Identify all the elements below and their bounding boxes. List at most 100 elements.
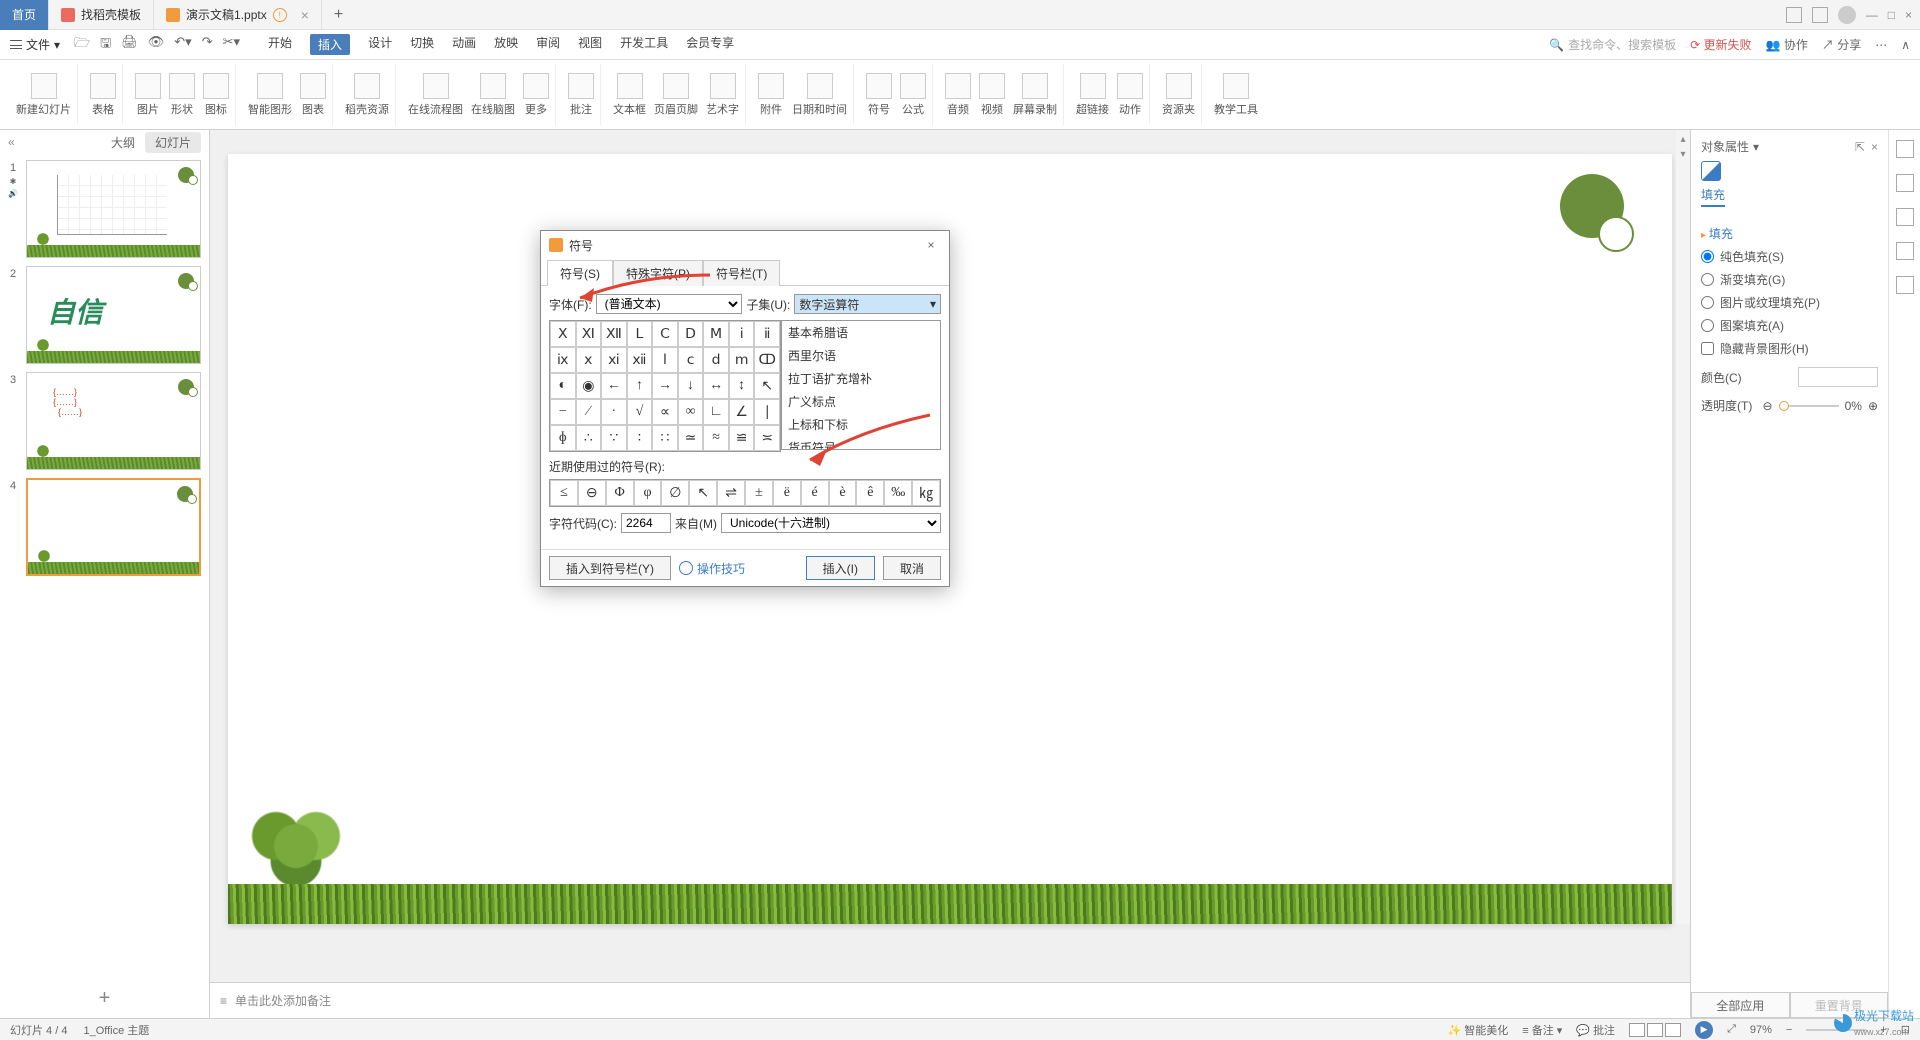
update-failed[interactable]: ⟳ 更新失败: [1690, 36, 1751, 53]
symbol-cell[interactable]: ≈: [703, 425, 729, 451]
ribbon-resource[interactable]: 资源夹: [1156, 64, 1202, 125]
close-icon[interactable]: ×: [301, 7, 309, 23]
ribbon-teaching[interactable]: 教学工具: [1208, 64, 1264, 125]
add-slide-button[interactable]: +: [0, 979, 209, 1018]
recent-symbol-cell[interactable]: ∅: [661, 480, 689, 506]
tab-templates[interactable]: 找稻壳模板: [49, 0, 154, 30]
tab-symbolbar[interactable]: 符号栏(T): [703, 260, 780, 286]
pin-icon[interactable]: ⇱: [1855, 140, 1865, 154]
scroll-up-icon[interactable]: ▴: [1680, 134, 1685, 145]
symbol-cell[interactable]: ⅼ: [652, 347, 678, 373]
color-picker[interactable]: [1798, 367, 1878, 387]
tab-vip[interactable]: 会员专享: [686, 34, 734, 55]
plus-icon[interactable]: ⊕: [1868, 399, 1878, 413]
symbol-cell[interactable]: ⅿ: [729, 347, 755, 373]
ribbon-smartart[interactable]: 智能图形: [248, 73, 292, 117]
tab-document[interactable]: 演示文稿1.pptx!×: [154, 0, 322, 30]
coop-button[interactable]: 👥 协作: [1766, 36, 1808, 53]
close-button[interactable]: ×: [1905, 8, 1912, 22]
maximize-button[interactable]: □: [1888, 8, 1895, 22]
thumbnail-4[interactable]: [26, 478, 201, 576]
tool-style-icon[interactable]: [1896, 208, 1914, 226]
checkbox-hide-bg[interactable]: 隐藏背景图形(H): [1701, 340, 1878, 357]
ribbon-equation[interactable]: 公式: [900, 73, 926, 117]
symbol-cell[interactable]: −: [550, 399, 576, 425]
radio-solid[interactable]: 纯色填充(S): [1701, 248, 1878, 265]
cancel-button[interactable]: 取消: [883, 556, 941, 580]
dialog-titlebar[interactable]: 符号 ×: [541, 231, 949, 259]
normal-view-icon[interactable]: [1629, 1023, 1645, 1037]
ribbon-icon[interactable]: 图标: [203, 73, 229, 117]
symbol-cell[interactable]: ∶: [627, 425, 653, 451]
symbol-cell[interactable]: Ⅹ: [550, 321, 576, 347]
recent-symbol-cell[interactable]: è: [829, 480, 857, 506]
ribbon-action[interactable]: 动作: [1117, 73, 1143, 117]
tab-review[interactable]: 审阅: [536, 34, 560, 55]
symbol-cell[interactable]: ⅱ: [754, 321, 780, 347]
symbol-cell[interactable]: ⅻ: [627, 347, 653, 373]
symbol-cell[interactable]: ◐: [550, 373, 576, 399]
subset-item[interactable]: 基本希腊语: [782, 321, 940, 344]
symbol-cell[interactable]: ↑: [627, 373, 653, 399]
recent-symbol-cell[interactable]: ≤: [550, 480, 578, 506]
ribbon-audio[interactable]: 音频: [945, 73, 971, 117]
code-input[interactable]: [621, 513, 671, 533]
radio-picture[interactable]: 图片或纹理填充(P): [1701, 294, 1878, 311]
symbol-cell[interactable]: ∠: [729, 399, 755, 425]
symbol-cell[interactable]: ↓: [678, 373, 704, 399]
symbol-cell[interactable]: ↀ: [754, 347, 780, 373]
save-icon[interactable]: 🖫: [100, 34, 111, 56]
ribbon-screenrec[interactable]: 屏幕录制: [1013, 73, 1057, 117]
symbol-cell[interactable]: ≌: [729, 425, 755, 451]
ribbon-textbox[interactable]: 文本框: [613, 73, 646, 117]
share-button[interactable]: ↗ 分享: [1822, 36, 1861, 53]
beautify-button[interactable]: ✨ 智能美化: [1447, 1022, 1508, 1038]
ribbon-shape[interactable]: 形状: [169, 73, 195, 117]
tab-developer[interactable]: 开发工具: [620, 34, 668, 55]
ribbon-datetime[interactable]: 日期和时间: [792, 73, 847, 117]
ribbon-header-footer[interactable]: 页眉页脚: [654, 73, 698, 117]
subset-list[interactable]: 基本希腊语西里尔语拉丁语扩充增补广义标点上标和下标货币符号类似字母的符号数字形式…: [781, 320, 941, 450]
white-circle[interactable]: [1598, 216, 1634, 252]
tab-start[interactable]: 开始: [268, 34, 292, 55]
dropdown-icon[interactable]: ▾: [1753, 140, 1759, 154]
symbol-cell[interactable]: →: [652, 373, 678, 399]
symbol-cell[interactable]: √: [627, 399, 653, 425]
insert-to-bar-button[interactable]: 插入到符号栏(Y): [549, 556, 671, 580]
ribbon-mindmap[interactable]: 在线脑图: [471, 73, 515, 117]
symbol-cell[interactable]: ≍: [754, 425, 780, 451]
scroll-down-icon[interactable]: ▾: [1680, 149, 1685, 160]
recent-symbol-cell[interactable]: ê: [856, 480, 884, 506]
fill-tab[interactable]: 填充: [1701, 186, 1725, 207]
ribbon-table[interactable]: 表格: [84, 64, 123, 125]
symbol-cell[interactable]: ◉: [576, 373, 602, 399]
symbol-cell[interactable]: ∟: [703, 399, 729, 425]
recent-symbol-cell[interactable]: ë: [773, 480, 801, 506]
symbol-cell[interactable]: ∷: [652, 425, 678, 451]
symbol-cell[interactable]: ·: [601, 399, 627, 425]
undo-icon[interactable]: ↶▾: [174, 34, 191, 56]
symbol-cell[interactable]: ∝: [652, 399, 678, 425]
file-menu[interactable]: 文件▾: [10, 36, 60, 53]
font-select[interactable]: (普通文本): [596, 294, 743, 314]
slides-tab[interactable]: 幻灯片: [145, 132, 201, 153]
subset-item[interactable]: 拉丁语扩充增补: [782, 367, 940, 390]
radio-gradient[interactable]: 渐变填充(G): [1701, 271, 1878, 288]
subset-select[interactable]: 数字运算符▾: [794, 294, 941, 314]
symbol-cell[interactable]: ⅸ: [550, 347, 576, 373]
tab-slideshow[interactable]: 放映: [494, 34, 518, 55]
outline-tab[interactable]: 大纲: [101, 132, 145, 153]
insert-button[interactable]: 插入(I): [806, 556, 875, 580]
tab-special[interactable]: 特殊字符(P): [613, 260, 703, 286]
opacity-slider[interactable]: ⊖ 0% ⊕: [1763, 399, 1878, 413]
avatar[interactable]: [1838, 6, 1856, 24]
sorter-view-icon[interactable]: [1647, 1023, 1663, 1037]
from-select[interactable]: Unicode(十六进制): [721, 513, 941, 533]
symbol-cell[interactable]: ⅾ: [703, 347, 729, 373]
comments-toggle[interactable]: 💬 批注: [1576, 1022, 1615, 1038]
thumbnail-3[interactable]: {……}{……} {……}: [26, 372, 201, 470]
symbol-cell[interactable]: ⅽ: [678, 347, 704, 373]
symbol-cell[interactable]: ∵: [601, 425, 627, 451]
recent-symbol-cell[interactable]: ⊖: [578, 480, 606, 506]
recent-symbol-cell[interactable]: ‰: [884, 480, 912, 506]
